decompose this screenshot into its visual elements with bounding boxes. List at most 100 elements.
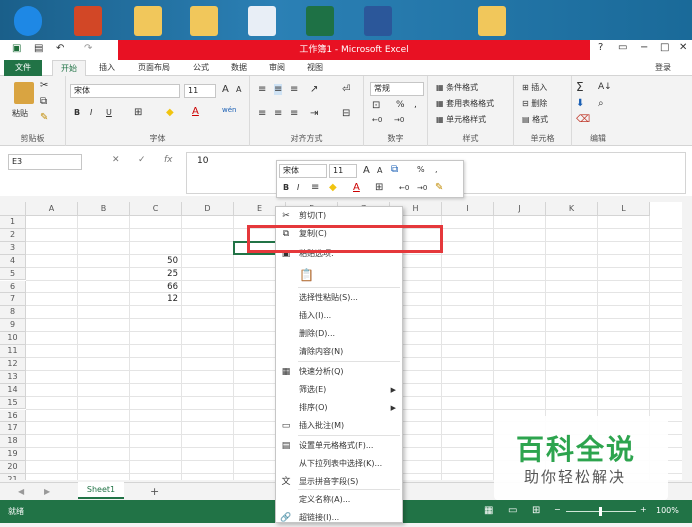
- sort-filter-icon[interactable]: A↓: [598, 82, 612, 92]
- grow-font-button[interactable]: A: [222, 84, 229, 95]
- menu-item-12[interactable]: ▤ 设置单元格格式(F)...: [276, 437, 402, 455]
- tab-file[interactable]: 文件: [4, 60, 42, 76]
- sheet-tab-sheet1[interactable]: Sheet1: [78, 482, 124, 499]
- tab-home[interactable]: 开始: [52, 60, 86, 76]
- merge-center-icon[interactable]: ⊟: [342, 108, 350, 119]
- next-sheet-icon[interactable]: ▶: [44, 487, 50, 496]
- undo-icon[interactable]: ↶: [56, 43, 64, 54]
- folder-icon[interactable]: [478, 6, 506, 36]
- bold-button[interactable]: B: [74, 108, 80, 117]
- zoom-level[interactable]: 100%: [656, 506, 679, 515]
- comma-button[interactable]: ,: [414, 100, 417, 110]
- row-header-4[interactable]: 4: [0, 254, 26, 268]
- close-icon[interactable]: ✕: [679, 42, 687, 53]
- zoom-in-icon[interactable]: +: [640, 505, 647, 514]
- cell-c4[interactable]: 50: [130, 255, 182, 268]
- mini-font-select[interactable]: 宋体: [279, 164, 327, 178]
- menu-item-6[interactable]: 删除(D)...: [276, 325, 402, 343]
- tab-view[interactable]: 视图: [300, 60, 330, 76]
- mini-format-icon[interactable]: ⧉: [391, 164, 398, 175]
- row-header-19[interactable]: 19: [0, 448, 26, 462]
- menu-item-16[interactable]: 🔗 超链接(I)...: [276, 509, 402, 527]
- minimize-icon[interactable]: −: [640, 42, 648, 53]
- column-header-j[interactable]: J: [494, 202, 546, 216]
- mini-shrink-font-icon[interactable]: A: [377, 166, 382, 175]
- cell-c5[interactable]: 25: [130, 268, 182, 281]
- page-break-view-icon[interactable]: ⊞: [532, 505, 540, 516]
- column-header-d[interactable]: D: [182, 202, 234, 216]
- clear-icon[interactable]: ⌫: [576, 114, 590, 125]
- indent-icon[interactable]: ⇥: [310, 108, 318, 119]
- font-name-select[interactable]: 宋体: [70, 84, 180, 98]
- prev-sheet-icon[interactable]: ◀: [18, 487, 24, 496]
- row-header-20[interactable]: 20: [0, 461, 26, 474]
- row-header-11[interactable]: 11: [0, 345, 26, 358]
- find-icon[interactable]: ⌕: [598, 98, 604, 109]
- mini-italic-icon[interactable]: I: [297, 183, 299, 192]
- menu-item-9[interactable]: 筛选(E) ▶: [276, 381, 402, 399]
- wrap-text-icon[interactable]: ⏎: [342, 84, 350, 95]
- row-header-16[interactable]: 16: [0, 409, 26, 423]
- mini-comma-button[interactable]: ,: [435, 165, 438, 174]
- delete-cells-button[interactable]: ⊟ 删除: [522, 98, 547, 109]
- autosum-icon[interactable]: Σ: [576, 80, 584, 94]
- insert-function-button[interactable]: fx: [164, 155, 173, 165]
- sign-in-link[interactable]: 登录: [648, 60, 678, 76]
- redo-icon[interactable]: ↷: [84, 43, 92, 54]
- column-header-k[interactable]: K: [546, 202, 598, 216]
- align-middle-icon[interactable]: ≡: [274, 84, 283, 95]
- font-size-select[interactable]: 11: [184, 84, 216, 98]
- cell-styles-button[interactable]: ▦ 单元格样式: [436, 114, 486, 125]
- row-header-10[interactable]: 10: [0, 332, 26, 345]
- tab-review[interactable]: 审阅: [262, 60, 292, 76]
- cell-c6[interactable]: 66: [130, 281, 182, 294]
- align-center-icon[interactable]: ≡: [274, 108, 282, 119]
- row-header-6[interactable]: 6: [0, 280, 26, 294]
- menu-item-10[interactable]: 排序(O) ▶: [276, 399, 402, 417]
- conditional-format-button[interactable]: ▦ 条件格式: [436, 82, 478, 93]
- zoom-slider-thumb[interactable]: [599, 507, 602, 516]
- fill-icon[interactable]: ⬇: [576, 98, 584, 109]
- align-right-icon[interactable]: ≡: [290, 108, 298, 119]
- powerpoint-icon[interactable]: [74, 6, 102, 36]
- column-header-c[interactable]: C: [130, 202, 182, 216]
- row-header-13[interactable]: 13: [0, 370, 26, 384]
- row-header-12[interactable]: 12: [0, 357, 26, 371]
- currency-icon[interactable]: ⊡: [372, 100, 380, 111]
- underline-button[interactable]: U: [106, 108, 112, 117]
- menu-item-4[interactable]: 选择性粘贴(S)...: [276, 289, 402, 307]
- format-cells-button[interactable]: ▤ 格式: [522, 114, 548, 125]
- help-button[interactable]: ?: [598, 42, 603, 53]
- menu-item-8[interactable]: ▦ 快速分析(Q): [276, 363, 402, 381]
- ie-browser-icon[interactable]: [14, 6, 42, 36]
- folder-icon[interactable]: [190, 6, 218, 36]
- ribbon-display-icon[interactable]: ▭: [618, 42, 627, 53]
- normal-view-icon[interactable]: ▦: [484, 505, 493, 516]
- select-all-corner[interactable]: [0, 202, 26, 216]
- copy-icon[interactable]: ⧉: [40, 96, 47, 107]
- decrease-decimal-icon[interactable]: →0: [394, 116, 404, 124]
- row-header-2[interactable]: 2: [0, 228, 26, 242]
- mini-fill-color-icon[interactable]: ◆: [329, 182, 337, 193]
- mini-format-painter-icon[interactable]: ✎: [435, 182, 443, 193]
- menu-item-11[interactable]: ▭ 插入批注(M): [276, 417, 402, 435]
- column-header-l[interactable]: L: [598, 202, 650, 216]
- row-header-5[interactable]: 5: [0, 267, 26, 281]
- row-header-8[interactable]: 8: [0, 306, 26, 320]
- row-header-7[interactable]: 7: [0, 293, 26, 307]
- zoom-out-icon[interactable]: −: [554, 505, 561, 514]
- pdf-file-icon[interactable]: [248, 6, 276, 36]
- row-header-21[interactable]: 21: [0, 474, 26, 480]
- align-bottom-icon[interactable]: ≡: [290, 84, 298, 95]
- mini-increase-decimal-icon[interactable]: ←0: [399, 184, 409, 192]
- mini-grow-font-icon[interactable]: A: [363, 165, 370, 176]
- mini-percent-button[interactable]: %: [417, 165, 425, 174]
- number-format-select[interactable]: 常规: [370, 82, 424, 96]
- row-header-3[interactable]: 3: [0, 241, 26, 255]
- row-header-17[interactable]: 17: [0, 422, 26, 436]
- excel-icon[interactable]: [306, 6, 334, 36]
- increase-decimal-icon[interactable]: ←0: [372, 116, 382, 124]
- menu-item-13[interactable]: 从下拉列表中选择(K)...: [276, 455, 402, 473]
- cancel-icon[interactable]: ✕: [112, 155, 120, 165]
- format-as-table-button[interactable]: ▦ 套用表格格式: [436, 98, 494, 109]
